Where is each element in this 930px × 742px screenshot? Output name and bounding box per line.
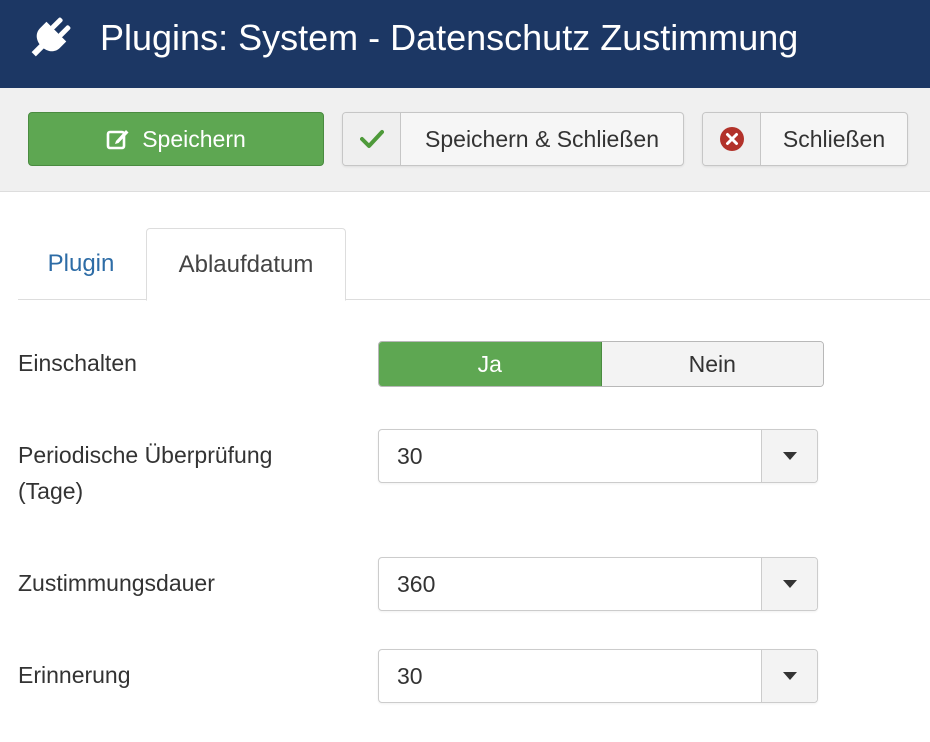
caret-down-icon	[782, 580, 797, 588]
periodic-check-value: 30	[397, 443, 423, 469]
toolbar: Speichern Speichern & Schließen Schließe…	[0, 88, 930, 192]
edit-icon	[106, 130, 129, 150]
close-icon-box	[703, 113, 761, 165]
duration-value: 360	[397, 571, 436, 597]
close-button[interactable]: Schließen	[702, 112, 908, 166]
save-close-icon-box	[343, 113, 401, 165]
caret-down-icon	[782, 672, 797, 680]
periodic-check-dropdown[interactable]	[761, 430, 817, 482]
plug-icon	[31, 17, 71, 57]
save-close-button-label: Speichern & Schließen	[425, 125, 659, 152]
save-button[interactable]: Speichern	[28, 112, 324, 166]
tab-plugin[interactable]: Plugin	[18, 228, 144, 300]
reminder-value: 30	[397, 663, 423, 689]
save-close-button[interactable]: Speichern & Schließen	[342, 112, 684, 166]
page-header: Plugins: System - Datenschutz Zustimmung	[0, 0, 930, 88]
check-icon	[359, 130, 384, 148]
tab-bar: Plugin Ablaufdatum	[18, 228, 930, 301]
tab-ablaufdatum[interactable]: Ablaufdatum	[146, 228, 346, 301]
duration-label: Zustimmungsdauer	[18, 570, 215, 596]
duration-select[interactable]: 360	[378, 557, 818, 611]
enable-yes-option[interactable]: Ja	[379, 342, 602, 386]
save-button-label: Speichern	[142, 125, 246, 152]
duration-dropdown[interactable]	[761, 558, 817, 610]
periodic-check-select[interactable]: 30	[378, 429, 818, 483]
enable-label: Einschalten	[18, 350, 137, 376]
reminder-dropdown[interactable]	[761, 650, 817, 702]
reminder-select[interactable]: 30	[378, 649, 818, 703]
close-button-label: Schließen	[782, 125, 886, 152]
periodic-check-label: Periodische Überprüfung (Tage)	[18, 442, 273, 504]
enable-no-option[interactable]: Nein	[601, 342, 823, 386]
page-title: Plugins: System - Datenschutz Zustimmung	[100, 17, 799, 58]
caret-down-icon	[782, 452, 797, 460]
enable-toggle: Ja Nein	[378, 341, 824, 387]
reminder-label: Erinnerung	[18, 662, 131, 688]
close-circle-icon	[719, 127, 744, 151]
